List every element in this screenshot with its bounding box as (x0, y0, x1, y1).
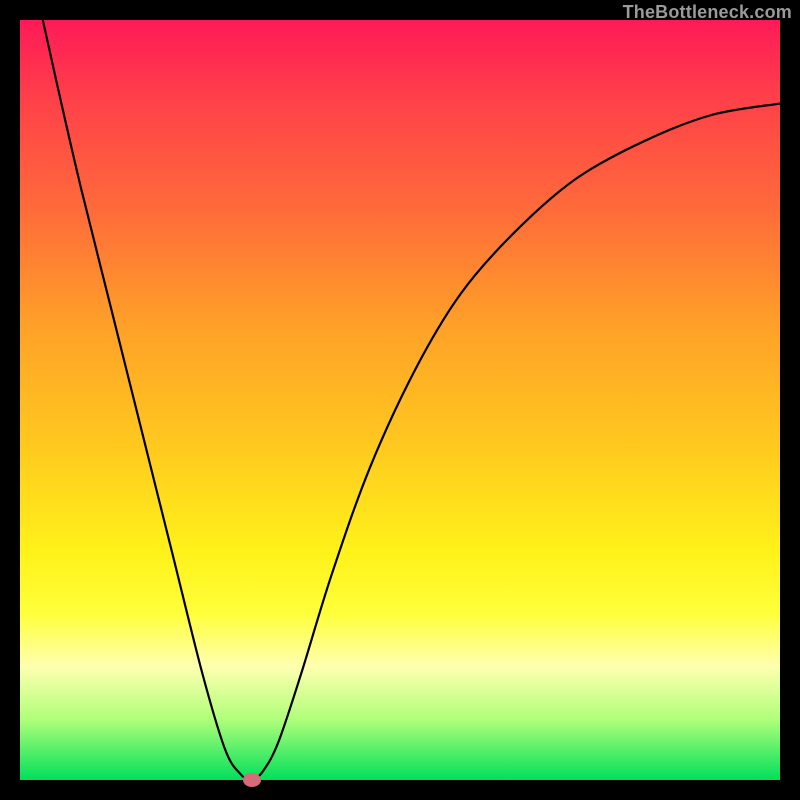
vertex-dot (243, 773, 261, 787)
plot-area (20, 20, 780, 780)
watermark-text: TheBottleneck.com (623, 2, 792, 23)
bottleneck-curve (20, 20, 780, 780)
chart-frame: TheBottleneck.com (0, 0, 800, 800)
